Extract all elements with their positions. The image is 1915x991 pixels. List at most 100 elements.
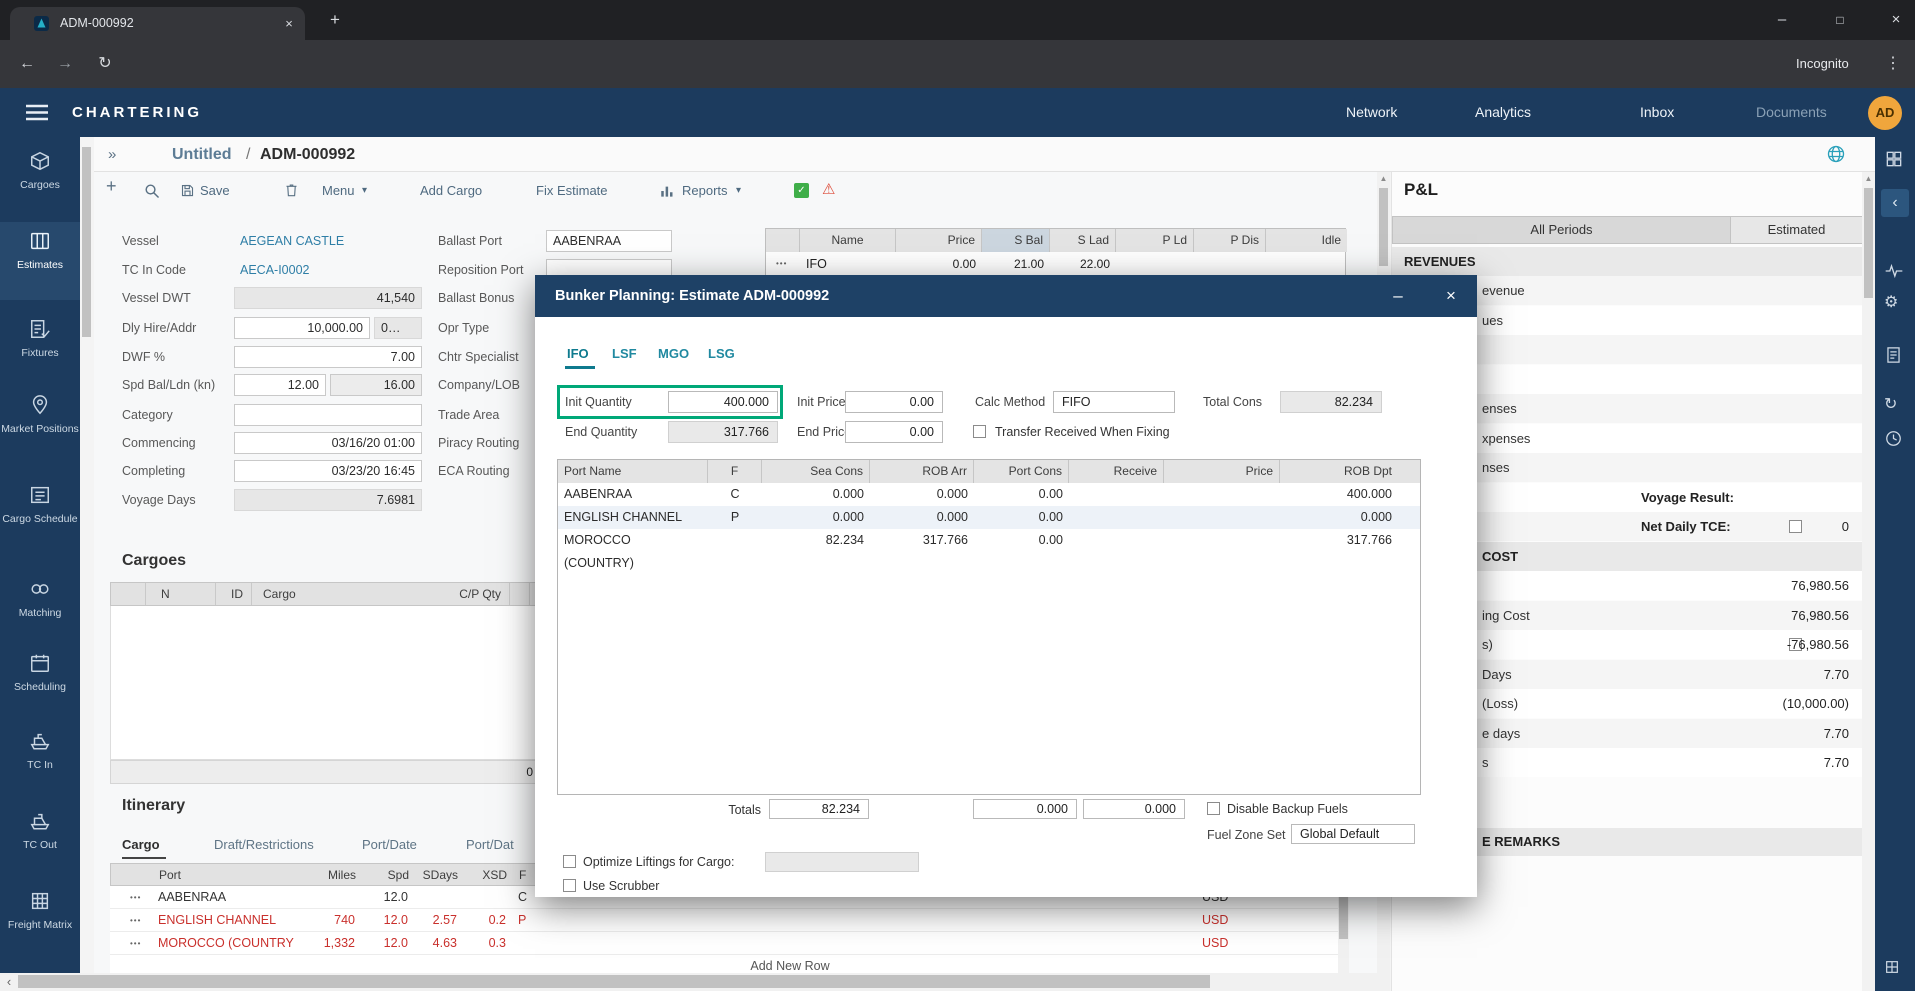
tab-close-icon[interactable]: × xyxy=(276,11,302,37)
fuel-col-p-dis[interactable]: P Dis xyxy=(1194,229,1266,252)
hamburger-menu-icon[interactable] xyxy=(26,104,48,121)
receive-cell[interactable] xyxy=(1069,506,1164,529)
fix-estimate-button[interactable]: Fix Estimate xyxy=(536,172,608,210)
nav-inbox[interactable]: Inbox xyxy=(1640,88,1674,137)
cargoes-col-n[interactable]: N xyxy=(161,583,170,605)
fuel-col-price[interactable]: Price xyxy=(896,229,982,252)
miles-cell[interactable]: 740 xyxy=(305,909,355,932)
sidebar-item-scheduling[interactable]: Scheduling xyxy=(0,652,80,693)
commencing-field[interactable]: 03/16/20 01:00 xyxy=(234,432,422,454)
sea-cons-cell[interactable]: 0.000 xyxy=(762,483,870,506)
col-rob-dpt[interactable]: ROB Dpt xyxy=(1280,460,1420,483)
miles-cell[interactable]: 1,332 xyxy=(305,932,355,955)
fuel-price-cell[interactable]: 0.00 xyxy=(896,252,976,276)
search-icon[interactable] xyxy=(144,183,160,199)
fuel-col-s-lad[interactable]: S Lad xyxy=(1050,229,1116,252)
back-icon[interactable]: ← xyxy=(14,51,40,77)
receive-cell[interactable] xyxy=(1069,529,1164,552)
fuel-name-cell[interactable]: IFO xyxy=(806,252,827,276)
port-cell[interactable]: AABENRAA xyxy=(158,886,226,909)
spd-cell[interactable]: 12.0 xyxy=(368,909,408,932)
collapse-panel-chevron-icon[interactable]: ‹ xyxy=(1881,189,1909,217)
clock-icon[interactable] xyxy=(1884,429,1903,448)
f-cell[interactable] xyxy=(708,529,762,552)
validation-warning-icon[interactable]: ⚠ xyxy=(822,180,835,198)
horizontal-scrollbar-thumb[interactable] xyxy=(18,975,1210,988)
col-rob-arr[interactable]: ROB Arr xyxy=(870,460,974,483)
horizontal-scrollbar[interactable]: ‹ xyxy=(0,973,1390,991)
add-new-row-button[interactable]: Add New Row xyxy=(710,955,870,973)
cargoes-col-cargo[interactable]: Cargo xyxy=(263,583,296,605)
sea-cons-cell[interactable]: 82.234 xyxy=(762,529,870,552)
bottom-grid-icon[interactable] xyxy=(1884,959,1900,975)
init-price-field[interactable]: 0.00 xyxy=(845,391,943,413)
modal-tab-lsg[interactable]: LSG xyxy=(708,343,735,365)
modal-tab-ifo[interactable]: IFO xyxy=(567,343,589,365)
cargoes-col-cp-qty[interactable]: C/P Qty xyxy=(431,583,501,605)
price-cell[interactable] xyxy=(1164,483,1280,506)
itinerary-tab-port-dat2[interactable]: Port/Dat xyxy=(466,834,514,856)
port-cell[interactable]: MOROCCO (COUNTRY xyxy=(158,932,294,955)
main-scrollbar-thumb[interactable] xyxy=(1379,188,1388,266)
cargoes-col-id[interactable]: ID xyxy=(231,583,243,605)
fuel-zone-set-field[interactable]: Global Default xyxy=(1291,824,1415,844)
row-menu-icon[interactable]: ••• xyxy=(130,932,141,955)
row-menu-icon[interactable]: ••• xyxy=(776,252,787,276)
refresh-icon[interactable]: ↻ xyxy=(92,51,118,77)
ballast-port-field[interactable]: AABENRAA xyxy=(546,230,672,252)
window-minimize-button[interactable]: – xyxy=(1769,7,1795,33)
gear-icon[interactable]: ⚙ xyxy=(1884,293,1898,313)
sdays-cell[interactable]: 2.57 xyxy=(407,909,457,932)
f-cell[interactable]: P xyxy=(518,909,526,932)
currency-cell[interactable]: USD xyxy=(1202,909,1228,932)
scroll-up-arrow[interactable]: ▲ xyxy=(1377,174,1390,183)
disable-backup-fuels-checkbox[interactable] xyxy=(1207,802,1220,815)
pnl-scrollbar-thumb[interactable] xyxy=(1864,188,1873,298)
save-icon[interactable] xyxy=(180,183,195,198)
left-scrollbar[interactable] xyxy=(80,137,94,973)
itinerary-scrollbar-thumb[interactable] xyxy=(1339,897,1348,939)
globe-icon[interactable] xyxy=(1826,144,1846,164)
nav-network[interactable]: Network xyxy=(1346,88,1397,137)
window-maximize-button[interactable]: □ xyxy=(1827,7,1853,33)
col-receive[interactable]: Receive xyxy=(1069,460,1164,483)
spd-ldn-field[interactable]: 16.00 xyxy=(330,374,422,396)
document-panel-icon[interactable] xyxy=(1884,345,1903,365)
spd-bal-field[interactable]: 12.00 xyxy=(234,374,326,396)
itinerary-tab-cargo[interactable]: Cargo xyxy=(122,834,160,856)
row-menu-icon[interactable]: ••• xyxy=(130,909,141,932)
add-cargo-button[interactable]: Add Cargo xyxy=(420,172,482,210)
price-cell[interactable] xyxy=(1164,529,1280,552)
sidebar-item-cargo-schedule[interactable]: Cargo Schedule xyxy=(0,484,80,525)
refresh-panel-icon[interactable]: ↻ xyxy=(1884,395,1897,415)
pnl-scrollbar[interactable]: ▲ xyxy=(1862,172,1875,991)
grid-panel-icon[interactable] xyxy=(1884,149,1904,169)
use-scrubber-checkbox[interactable] xyxy=(563,879,576,892)
port-name-cell[interactable]: MOROCCO (COUNTRY) xyxy=(558,529,708,552)
itinerary-col-miles[interactable]: Miles xyxy=(306,864,356,886)
col-port-name[interactable]: Port Name xyxy=(558,460,708,483)
col-price[interactable]: Price xyxy=(1164,460,1280,483)
rob-dpt-cell[interactable]: 317.766 xyxy=(1280,529,1420,552)
scroll-left-arrow[interactable]: ‹ xyxy=(0,973,18,991)
save-button[interactable]: Save xyxy=(200,172,230,210)
col-sea-cons[interactable]: Sea Cons xyxy=(762,460,870,483)
modal-close-icon[interactable]: × xyxy=(1433,275,1469,317)
col-port-cons[interactable]: Port Cons xyxy=(974,460,1069,483)
f-cell[interactable]: C xyxy=(518,886,527,909)
currency-cell[interactable]: USD xyxy=(1202,932,1228,955)
expand-panel-icon[interactable]: » xyxy=(108,137,116,172)
col-f[interactable]: F xyxy=(708,460,762,483)
nav-analytics[interactable]: Analytics xyxy=(1475,88,1531,137)
transfer-received-checkbox[interactable] xyxy=(973,425,986,438)
browser-tab[interactable]: ADM-000992 × xyxy=(10,7,305,40)
itinerary-col-xsd[interactable]: XSD xyxy=(467,864,507,886)
menu-button[interactable]: Menu xyxy=(322,172,355,210)
itinerary-col-f[interactable]: F xyxy=(519,864,526,886)
modal-tab-mgo[interactable]: MGO xyxy=(658,343,689,365)
sdays-cell[interactable]: 4.63 xyxy=(407,932,457,955)
sidebar-item-fixtures[interactable]: Fixtures xyxy=(0,318,80,359)
row-menu-icon[interactable]: ••• xyxy=(130,886,141,909)
sidebar-item-cargoes[interactable]: Cargoes xyxy=(0,150,80,191)
rob-arr-cell[interactable]: 317.766 xyxy=(870,529,974,552)
